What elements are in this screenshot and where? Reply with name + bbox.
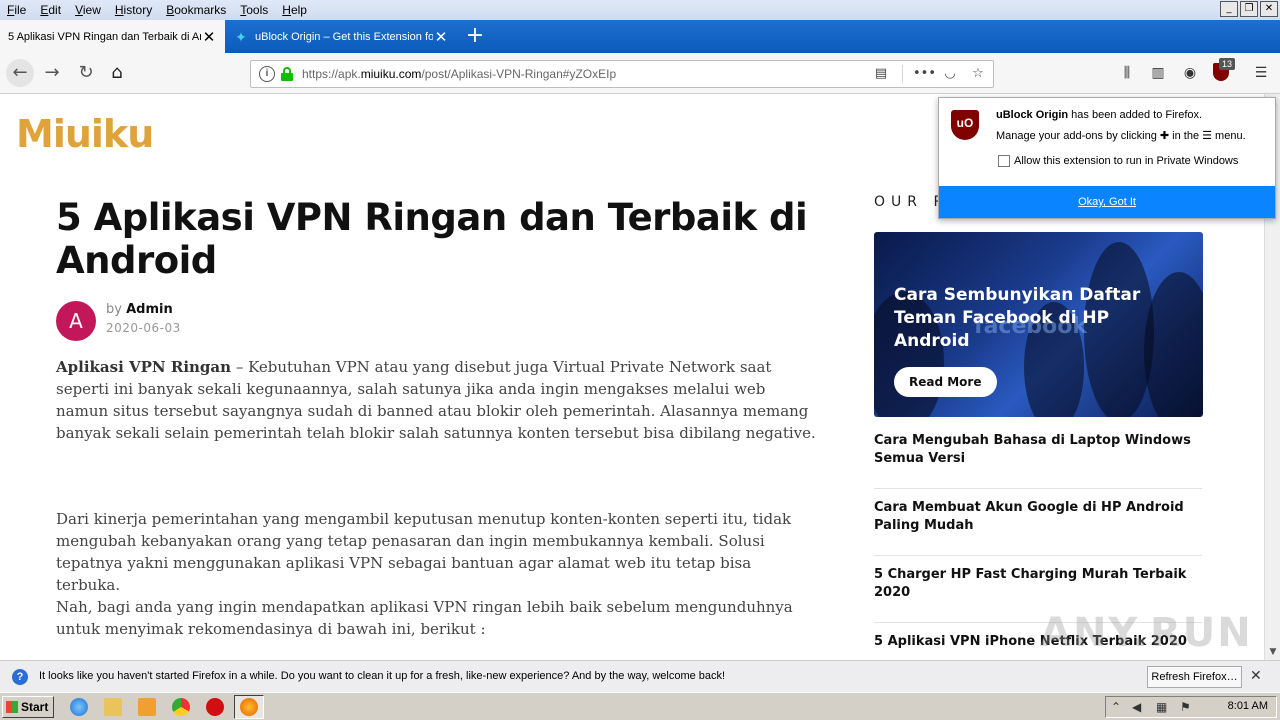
manage-text-mid: in the [1169,130,1203,142]
page-actions-icon[interactable]: ••• [913,65,936,83]
puzzle-icon: ✦ [235,28,247,45]
menu-tools[interactable]: Tools [233,0,275,20]
sidebar-post-link[interactable]: Cara Membuat Akun Google di HP Android P… [874,499,1202,535]
menu-file[interactable]: File [0,0,33,20]
article-title: 5 Aplikasi VPN Ringan dan Terbaik di And… [56,196,808,282]
menu-history[interactable]: History [108,0,159,20]
added-message: has been added to Firefox. [1068,109,1203,121]
pocket-icon[interactable]: ◡ [941,65,959,83]
close-window-button[interactable]: ✕ [1260,1,1278,17]
anyrun-watermark: ANY.RUN [1040,610,1253,656]
firefox-taskbar-button[interactable] [234,695,264,719]
addon-name: uBlock Origin [996,109,1069,121]
minimize-button[interactable]: _ [1220,1,1238,17]
explorer-folder-icon[interactable] [104,698,122,716]
home-button[interactable]: ⌂ [103,59,131,87]
volume-icon[interactable]: ◀ [1132,700,1141,714]
ublock-shield-icon: uO [951,110,979,140]
tab-title: uBlock Origin – Get this Extension for F… [255,30,433,43]
close-notification-icon[interactable]: ✕ [1250,668,1262,684]
author-avatar[interactable]: A [56,301,96,341]
ie-icon[interactable] [70,698,88,716]
hamburger-menu-icon: ☰ [1202,130,1212,142]
private-windows-label[interactable]: Allow this extension to run in Private W… [1014,155,1238,167]
puzzle-icon: ✚ [1159,130,1170,142]
sidebar-post-link[interactable]: 5 Charger HP Fast Charging Murah Terbaik… [874,566,1202,602]
by-label: by [106,302,122,317]
tab-vpn-article[interactable]: 5 Aplikasi VPN Ringan dan Terbaik di And… [0,20,225,53]
tray-expand-icon[interactable]: ⌃ [1111,700,1121,714]
maximize-button[interactable]: ❐ [1240,1,1258,17]
account-icon[interactable]: ◉ [1180,63,1200,83]
okay-label: Okay, Got It [1078,196,1136,208]
manage-text-pre: Manage your add-ons by clicking [996,130,1160,142]
clock[interactable]: 8:01 AM [1228,700,1268,712]
info-icon[interactable]: i [259,66,275,82]
sidebar-post-link[interactable]: Cara Mengubah Bahasa di Laptop Windows S… [874,432,1202,468]
nav-toolbar: ← → ↻ ⌂ i https://apk.miuiku.com/post/Ap… [0,53,1280,94]
okay-got-it-button[interactable]: Okay, Got It [939,186,1275,218]
menu-view[interactable]: View [68,0,108,20]
site-logo[interactable]: Miuiku [16,112,154,156]
addon-installed-popup: uO uBlock Origin has been added to Firef… [938,97,1276,219]
window-controls: _ ❐ ✕ [1220,1,1278,17]
menu-edit[interactable]: Edit [33,0,68,20]
featured-post-card[interactable]: facebook Cara Sembunyikan Daftar Teman F… [874,232,1203,417]
byline: by Admin [106,302,173,317]
url-text[interactable]: https://apk.miuiku.com/post/Aplikasi-VPN… [302,61,616,87]
refresh-firefox-button[interactable]: Refresh Firefox… [1147,666,1242,688]
keyword-bold: Aplikasi VPN Ringan [56,358,232,376]
ublock-count-badge: 13 [1219,58,1236,70]
chrome-icon[interactable] [172,698,190,716]
taskbar: Start ⌃ ◀ ▦ ⚑ 8:01 AM [0,692,1280,720]
start-button[interactable]: Start [2,696,54,718]
manage-text-post: menu. [1212,130,1246,142]
url-path: /post/Aplikasi-VPN-Ringan#yZOxEIp [421,67,617,81]
url-domain: miuiku.com [360,67,422,81]
system-tray: ⌃ ◀ ▦ ⚑ 8:01 AM [1105,696,1277,718]
sidebar-heading: OUR P [874,194,948,210]
media-player-icon[interactable] [138,698,156,716]
close-tab-icon[interactable]: ✕ [433,28,449,46]
action-center-flag-icon[interactable]: ⚑ [1180,700,1191,714]
article-paragraph-1: Aplikasi VPN Ringan – Kebutuhan VPN atau… [56,356,816,444]
hamburger-menu-icon[interactable]: ☰ [1251,63,1271,83]
private-windows-checkbox[interactable] [998,155,1010,167]
bookmark-star-icon[interactable]: ☆ [969,65,987,83]
popup-added-text: uBlock Origin has been added to Firefox. [996,109,1202,121]
windows-flag-icon [6,701,18,713]
library-icon[interactable]: ⫼ [1117,63,1137,83]
author-link[interactable]: Admin [126,302,173,317]
opera-icon[interactable] [206,698,224,716]
menu-help[interactable]: Help [275,0,314,20]
article-paragraph-2: Dari kinerja pemerintahan yang mengambil… [56,510,792,594]
forward-button[interactable]: → [38,59,66,87]
reload-button[interactable]: ↻ [72,59,100,87]
url-bar[interactable]: i https://apk.miuiku.com/post/Aplikasi-V… [250,60,994,88]
tab-strip: 5 Aplikasi VPN Ringan dan Terbaik di And… [0,20,1280,53]
read-more-button[interactable]: Read More [894,367,997,397]
back-button[interactable]: ← [6,59,34,87]
network-icon[interactable]: ▦ [1156,700,1167,714]
notification-message: It looks like you haven't started Firefo… [39,670,726,682]
close-tab-icon[interactable]: ✕ [201,28,217,46]
article-paragraph-3: Nah, bagi anda yang ingin mendapatkan ap… [56,598,793,638]
tab-ublock[interactable]: ✦ uBlock Origin – Get this Extension for… [225,20,457,53]
notification-bar: ? It looks like you haven't started Fire… [0,660,1280,692]
start-label: Start [21,700,49,714]
scroll-down-arrow[interactable]: ▼ [1265,644,1280,660]
menu-bookmarks[interactable]: Bookmarks [159,0,233,20]
new-tab-button[interactable]: + [457,20,493,53]
sidebar-icon[interactable]: ▥ [1148,63,1168,83]
tab-title: 5 Aplikasi VPN Ringan dan Terbaik di And… [8,30,201,43]
reader-view-icon[interactable]: ▤ [872,65,890,83]
firefox-icon [240,698,258,716]
url-prefix: https://apk. [302,67,361,81]
lock-icon[interactable] [281,67,293,81]
featured-post-title[interactable]: Cara Sembunyikan Daftar Teman Facebook d… [894,284,1184,353]
menu-bar: File Edit View History Bookmarks Tools H… [0,0,1280,20]
question-icon: ? [12,669,28,685]
post-date: 2020-06-03 [106,321,181,335]
popup-manage-text: Manage your add-ons by clicking ✚ in the… [996,129,1246,142]
